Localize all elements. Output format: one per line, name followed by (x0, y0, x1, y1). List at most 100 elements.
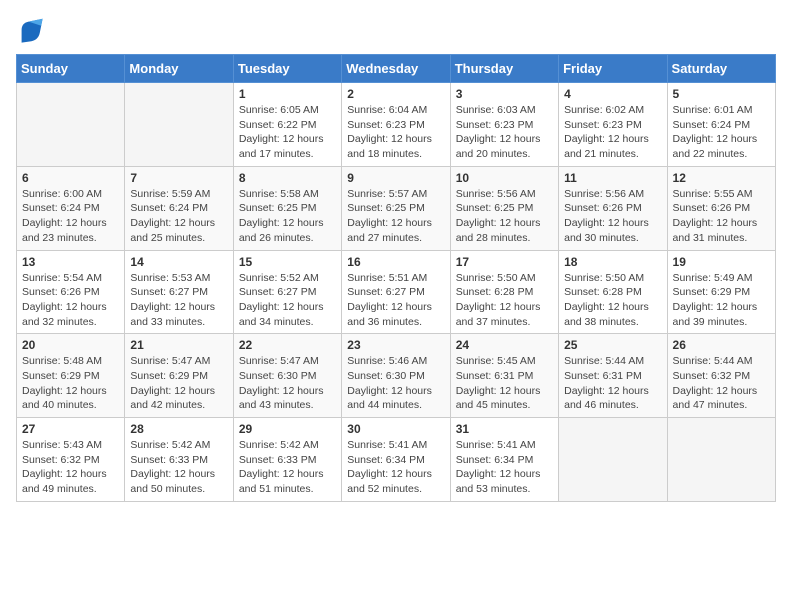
day-info: Sunrise: 5:46 AMSunset: 6:30 PMDaylight:… (347, 354, 444, 413)
calendar-cell: 28 Sunrise: 5:42 AMSunset: 6:33 PMDaylig… (125, 418, 233, 502)
day-info: Sunrise: 5:47 AMSunset: 6:30 PMDaylight:… (239, 354, 336, 413)
calendar-week-row: 1 Sunrise: 6:05 AMSunset: 6:22 PMDayligh… (17, 83, 776, 167)
day-info: Sunrise: 5:47 AMSunset: 6:29 PMDaylight:… (130, 354, 227, 413)
calendar-cell: 17 Sunrise: 5:50 AMSunset: 6:28 PMDaylig… (450, 250, 558, 334)
day-info: Sunrise: 6:04 AMSunset: 6:23 PMDaylight:… (347, 103, 444, 162)
calendar-cell (125, 83, 233, 167)
day-info: Sunrise: 5:48 AMSunset: 6:29 PMDaylight:… (22, 354, 119, 413)
day-info: Sunrise: 5:50 AMSunset: 6:28 PMDaylight:… (564, 271, 661, 330)
calendar-cell: 5 Sunrise: 6:01 AMSunset: 6:24 PMDayligh… (667, 83, 775, 167)
day-number: 29 (239, 422, 336, 436)
logo-icon (16, 16, 44, 44)
day-info: Sunrise: 5:56 AMSunset: 6:26 PMDaylight:… (564, 187, 661, 246)
day-number: 31 (456, 422, 553, 436)
day-number: 11 (564, 171, 661, 185)
day-info: Sunrise: 6:05 AMSunset: 6:22 PMDaylight:… (239, 103, 336, 162)
calendar-cell (667, 418, 775, 502)
day-info: Sunrise: 5:59 AMSunset: 6:24 PMDaylight:… (130, 187, 227, 246)
calendar-cell: 12 Sunrise: 5:55 AMSunset: 6:26 PMDaylig… (667, 166, 775, 250)
day-number: 10 (456, 171, 553, 185)
day-number: 23 (347, 338, 444, 352)
day-info: Sunrise: 5:54 AMSunset: 6:26 PMDaylight:… (22, 271, 119, 330)
calendar-cell: 30 Sunrise: 5:41 AMSunset: 6:34 PMDaylig… (342, 418, 450, 502)
day-info: Sunrise: 5:41 AMSunset: 6:34 PMDaylight:… (347, 438, 444, 497)
day-number: 2 (347, 87, 444, 101)
day-info: Sunrise: 5:43 AMSunset: 6:32 PMDaylight:… (22, 438, 119, 497)
day-info: Sunrise: 5:41 AMSunset: 6:34 PMDaylight:… (456, 438, 553, 497)
calendar-table: SundayMondayTuesdayWednesdayThursdayFrid… (16, 54, 776, 502)
day-number: 6 (22, 171, 119, 185)
day-number: 12 (673, 171, 770, 185)
col-header-sunday: Sunday (17, 55, 125, 83)
col-header-friday: Friday (559, 55, 667, 83)
day-info: Sunrise: 6:01 AMSunset: 6:24 PMDaylight:… (673, 103, 770, 162)
calendar-cell: 18 Sunrise: 5:50 AMSunset: 6:28 PMDaylig… (559, 250, 667, 334)
day-info: Sunrise: 5:52 AMSunset: 6:27 PMDaylight:… (239, 271, 336, 330)
day-number: 30 (347, 422, 444, 436)
calendar-cell: 15 Sunrise: 5:52 AMSunset: 6:27 PMDaylig… (233, 250, 341, 334)
calendar-cell: 10 Sunrise: 5:56 AMSunset: 6:25 PMDaylig… (450, 166, 558, 250)
day-info: Sunrise: 5:42 AMSunset: 6:33 PMDaylight:… (130, 438, 227, 497)
day-number: 21 (130, 338, 227, 352)
calendar-cell: 24 Sunrise: 5:45 AMSunset: 6:31 PMDaylig… (450, 334, 558, 418)
day-info: Sunrise: 5:44 AMSunset: 6:32 PMDaylight:… (673, 354, 770, 413)
day-info: Sunrise: 5:51 AMSunset: 6:27 PMDaylight:… (347, 271, 444, 330)
calendar-cell: 7 Sunrise: 5:59 AMSunset: 6:24 PMDayligh… (125, 166, 233, 250)
calendar-cell: 23 Sunrise: 5:46 AMSunset: 6:30 PMDaylig… (342, 334, 450, 418)
day-number: 22 (239, 338, 336, 352)
day-info: Sunrise: 5:55 AMSunset: 6:26 PMDaylight:… (673, 187, 770, 246)
day-info: Sunrise: 5:49 AMSunset: 6:29 PMDaylight:… (673, 271, 770, 330)
day-info: Sunrise: 5:53 AMSunset: 6:27 PMDaylight:… (130, 271, 227, 330)
day-number: 1 (239, 87, 336, 101)
day-number: 15 (239, 255, 336, 269)
day-number: 25 (564, 338, 661, 352)
calendar-week-row: 20 Sunrise: 5:48 AMSunset: 6:29 PMDaylig… (17, 334, 776, 418)
day-number: 18 (564, 255, 661, 269)
calendar-cell: 29 Sunrise: 5:42 AMSunset: 6:33 PMDaylig… (233, 418, 341, 502)
calendar-cell: 8 Sunrise: 5:58 AMSunset: 6:25 PMDayligh… (233, 166, 341, 250)
calendar-week-row: 13 Sunrise: 5:54 AMSunset: 6:26 PMDaylig… (17, 250, 776, 334)
day-info: Sunrise: 5:45 AMSunset: 6:31 PMDaylight:… (456, 354, 553, 413)
day-info: Sunrise: 5:42 AMSunset: 6:33 PMDaylight:… (239, 438, 336, 497)
calendar-cell: 13 Sunrise: 5:54 AMSunset: 6:26 PMDaylig… (17, 250, 125, 334)
calendar-cell: 3 Sunrise: 6:03 AMSunset: 6:23 PMDayligh… (450, 83, 558, 167)
calendar-cell (559, 418, 667, 502)
col-header-thursday: Thursday (450, 55, 558, 83)
calendar-week-row: 27 Sunrise: 5:43 AMSunset: 6:32 PMDaylig… (17, 418, 776, 502)
header (16, 16, 776, 44)
col-header-saturday: Saturday (667, 55, 775, 83)
calendar-week-row: 6 Sunrise: 6:00 AMSunset: 6:24 PMDayligh… (17, 166, 776, 250)
day-number: 13 (22, 255, 119, 269)
day-number: 4 (564, 87, 661, 101)
day-number: 16 (347, 255, 444, 269)
calendar-cell: 22 Sunrise: 5:47 AMSunset: 6:30 PMDaylig… (233, 334, 341, 418)
calendar-cell: 31 Sunrise: 5:41 AMSunset: 6:34 PMDaylig… (450, 418, 558, 502)
day-number: 24 (456, 338, 553, 352)
calendar-cell: 19 Sunrise: 5:49 AMSunset: 6:29 PMDaylig… (667, 250, 775, 334)
calendar-cell: 14 Sunrise: 5:53 AMSunset: 6:27 PMDaylig… (125, 250, 233, 334)
day-info: Sunrise: 6:03 AMSunset: 6:23 PMDaylight:… (456, 103, 553, 162)
day-info: Sunrise: 6:00 AMSunset: 6:24 PMDaylight:… (22, 187, 119, 246)
calendar-header-row: SundayMondayTuesdayWednesdayThursdayFrid… (17, 55, 776, 83)
calendar-cell: 27 Sunrise: 5:43 AMSunset: 6:32 PMDaylig… (17, 418, 125, 502)
day-number: 26 (673, 338, 770, 352)
day-number: 7 (130, 171, 227, 185)
day-number: 27 (22, 422, 119, 436)
col-header-tuesday: Tuesday (233, 55, 341, 83)
calendar-cell: 1 Sunrise: 6:05 AMSunset: 6:22 PMDayligh… (233, 83, 341, 167)
calendar-cell (17, 83, 125, 167)
day-number: 5 (673, 87, 770, 101)
day-info: Sunrise: 5:56 AMSunset: 6:25 PMDaylight:… (456, 187, 553, 246)
day-info: Sunrise: 5:50 AMSunset: 6:28 PMDaylight:… (456, 271, 553, 330)
day-number: 17 (456, 255, 553, 269)
calendar-cell: 9 Sunrise: 5:57 AMSunset: 6:25 PMDayligh… (342, 166, 450, 250)
calendar-cell: 2 Sunrise: 6:04 AMSunset: 6:23 PMDayligh… (342, 83, 450, 167)
calendar-cell: 16 Sunrise: 5:51 AMSunset: 6:27 PMDaylig… (342, 250, 450, 334)
day-number: 19 (673, 255, 770, 269)
calendar-cell: 20 Sunrise: 5:48 AMSunset: 6:29 PMDaylig… (17, 334, 125, 418)
day-info: Sunrise: 5:44 AMSunset: 6:31 PMDaylight:… (564, 354, 661, 413)
day-number: 3 (456, 87, 553, 101)
day-number: 9 (347, 171, 444, 185)
calendar-cell: 4 Sunrise: 6:02 AMSunset: 6:23 PMDayligh… (559, 83, 667, 167)
day-number: 28 (130, 422, 227, 436)
